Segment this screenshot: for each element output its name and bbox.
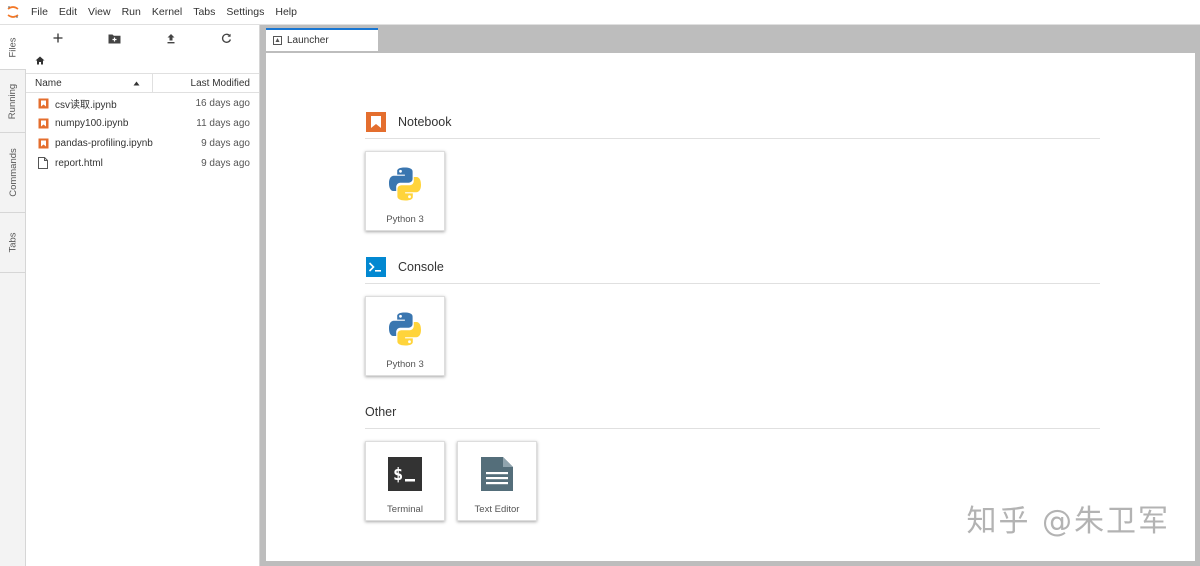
menu-run[interactable]: Run bbox=[117, 0, 146, 25]
file-list: csv读取.ipynb 16 days ago numpy100.ipynb 1… bbox=[26, 93, 259, 173]
refresh-icon bbox=[222, 33, 232, 43]
side-tab-label: Files bbox=[8, 36, 19, 58]
section-title: Notebook bbox=[398, 114, 452, 129]
card-list: Python 3 bbox=[365, 151, 1100, 231]
launcher-panel: Notebook Python 3 Console Python 3 Other… bbox=[266, 53, 1195, 561]
sort-ascending-icon bbox=[133, 81, 140, 85]
launcher-icon bbox=[273, 36, 282, 45]
section-title: Other bbox=[365, 404, 397, 419]
watermark: 知乎 @朱卫军 bbox=[966, 504, 1170, 539]
menu-kernel[interactable]: Kernel bbox=[147, 0, 187, 25]
plus-icon bbox=[53, 33, 63, 43]
notebook-icon bbox=[36, 136, 50, 150]
card-label: Python 3 bbox=[386, 359, 424, 370]
side-tab-files[interactable]: Files bbox=[0, 25, 27, 70]
side-tab-running[interactable]: Running bbox=[0, 70, 26, 133]
main-dock-area: Launcher Notebook Python 3 Console Pytho… bbox=[260, 25, 1200, 566]
card-label: Terminal bbox=[387, 504, 423, 515]
tab-bar: Launcher bbox=[260, 25, 1200, 51]
launcher-card-python3-console[interactable]: Python 3 bbox=[365, 296, 445, 376]
tab-launcher[interactable]: Launcher bbox=[266, 28, 378, 51]
menu-settings[interactable]: Settings bbox=[221, 0, 269, 25]
file-browser: Name Last Modified csv读取.ipynb 16 days a… bbox=[26, 25, 260, 566]
menu-bar: File Edit View Run Kernel Tabs Settings … bbox=[0, 0, 1200, 25]
column-modified-header[interactable]: Last Modified bbox=[153, 78, 259, 89]
file-name: numpy100.ipynb bbox=[55, 117, 129, 129]
file-row[interactable]: csv读取.ipynb 16 days ago bbox=[26, 93, 259, 113]
new-launcher-button[interactable] bbox=[46, 27, 70, 49]
launcher-section-console: Console Python 3 bbox=[365, 254, 1100, 376]
side-tab-label: Running bbox=[7, 83, 19, 119]
launcher-card-python3-notebook[interactable]: Python 3 bbox=[365, 151, 445, 231]
side-tab-label: Commands bbox=[7, 148, 19, 197]
menu-file[interactable]: File bbox=[26, 0, 53, 25]
file-modified: 9 days ago bbox=[201, 157, 250, 169]
notebook-section-icon bbox=[365, 111, 387, 133]
launcher-section-notebook: Notebook Python 3 bbox=[365, 109, 1100, 231]
card-label: Python 3 bbox=[386, 214, 424, 225]
python-logo-icon bbox=[366, 152, 444, 206]
column-name-header[interactable]: Name bbox=[26, 74, 153, 92]
launcher-card-terminal[interactable]: $ Terminal bbox=[365, 441, 445, 521]
card-list: Python 3 bbox=[365, 296, 1100, 376]
section-header: Console bbox=[365, 254, 1100, 284]
file-modified: 11 days ago bbox=[196, 117, 250, 129]
file-browser-toolbar bbox=[26, 25, 259, 51]
menu-view[interactable]: View bbox=[83, 0, 116, 25]
left-sidebar-tabs: Files Running Commands Tabs bbox=[0, 25, 27, 566]
upload-icon bbox=[167, 33, 175, 43]
file-row[interactable]: report.html 9 days ago bbox=[26, 153, 259, 173]
side-tab-tabs[interactable]: Tabs bbox=[0, 213, 26, 273]
launcher-card-text-editor[interactable]: Text Editor bbox=[457, 441, 537, 521]
notebook-icon bbox=[36, 116, 50, 130]
console-section-icon bbox=[365, 256, 387, 278]
file-row[interactable]: numpy100.ipynb 11 days ago bbox=[26, 113, 259, 133]
new-folder-icon bbox=[108, 34, 121, 43]
breadcrumb bbox=[26, 51, 259, 73]
file-name: csv读取.ipynb bbox=[55, 99, 117, 111]
text-editor-icon bbox=[458, 442, 536, 496]
upload-button[interactable] bbox=[159, 27, 183, 49]
terminal-icon: $ bbox=[366, 442, 444, 496]
notebook-icon bbox=[36, 96, 50, 110]
svg-text:$: $ bbox=[393, 465, 403, 485]
refresh-button[interactable] bbox=[215, 27, 239, 49]
menu-edit[interactable]: Edit bbox=[54, 0, 82, 25]
section-title: Console bbox=[398, 259, 444, 274]
file-name: pandas-profiling.ipynb bbox=[55, 137, 153, 149]
file-modified: 16 days ago bbox=[195, 97, 251, 109]
menu-tabs[interactable]: Tabs bbox=[188, 0, 220, 25]
tab-label: Launcher bbox=[287, 35, 329, 46]
file-icon bbox=[36, 156, 50, 170]
side-tab-commands[interactable]: Commands bbox=[0, 133, 26, 213]
file-list-header: Name Last Modified bbox=[26, 73, 259, 93]
side-tab-label: Tabs bbox=[7, 232, 19, 253]
section-header: Other bbox=[365, 399, 1100, 429]
home-icon[interactable] bbox=[35, 56, 45, 68]
card-label: Text Editor bbox=[474, 504, 520, 515]
new-folder-button[interactable] bbox=[102, 27, 126, 49]
python-logo-icon bbox=[366, 297, 444, 351]
jupyter-logo-icon bbox=[0, 0, 26, 25]
column-name-label: Name bbox=[35, 77, 62, 89]
section-header: Notebook bbox=[365, 109, 1100, 139]
menu-help[interactable]: Help bbox=[270, 0, 302, 25]
file-name: report.html bbox=[55, 157, 103, 169]
file-modified: 9 days ago bbox=[201, 137, 250, 149]
file-row[interactable]: pandas-profiling.ipynb 9 days ago bbox=[26, 133, 259, 153]
